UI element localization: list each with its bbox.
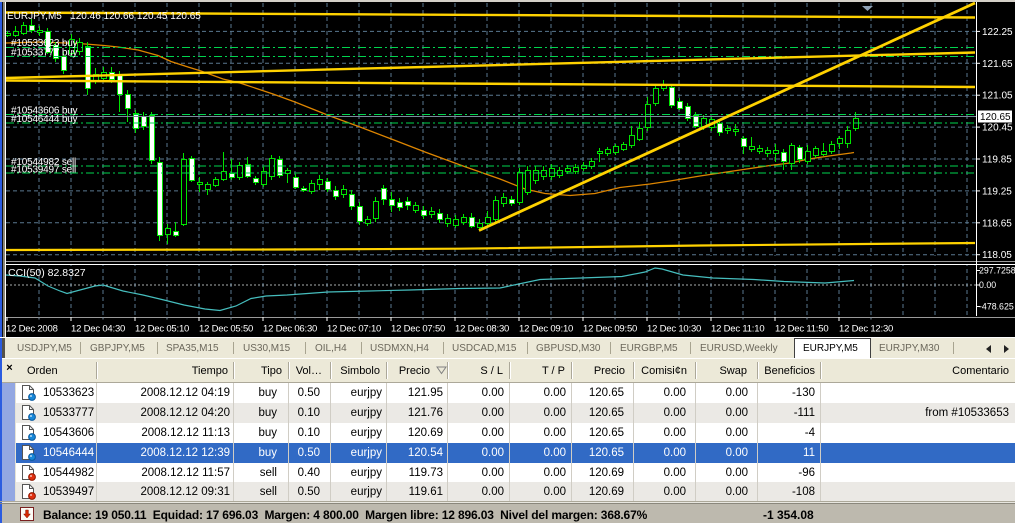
svg-text:CCI(50) 82.8327: CCI(50) 82.8327	[8, 267, 86, 279]
svg-text:118.05: 118.05	[982, 250, 1012, 261]
svg-text:12 Dec 09:50: 12 Dec 09:50	[583, 324, 637, 335]
svg-text:12 Dec 10:30: 12 Dec 10:30	[647, 324, 701, 335]
svg-text:121.05: 121.05	[982, 91, 1013, 102]
svg-text:122.25: 122.25	[982, 27, 1013, 38]
svg-text:0.00: 0.00	[979, 280, 996, 290]
svg-text:120.45: 120.45	[982, 123, 1013, 134]
svg-text:121.65: 121.65	[982, 59, 1013, 70]
svg-text:119.25: 119.25	[982, 186, 1012, 197]
svg-text:-478.625: -478.625	[979, 302, 1014, 312]
svg-text:12 Dec 05:50: 12 Dec 05:50	[199, 324, 253, 335]
svg-text:12 Dec 11:50: 12 Dec 11:50	[775, 324, 828, 335]
svg-text:12 Dec 04:30: 12 Dec 04:30	[71, 324, 125, 335]
svg-text:12 Dec 06:30: 12 Dec 06:30	[263, 324, 317, 335]
svg-text:#10546444 buy: #10546444 buy	[11, 114, 78, 125]
svg-text:12 Dec 07:10: 12 Dec 07:10	[327, 324, 381, 335]
svg-text:297.7258: 297.7258	[979, 266, 1015, 276]
svg-text:#10539497 sell: #10539497 sell	[11, 165, 76, 176]
svg-text:118.65: 118.65	[982, 218, 1012, 229]
svg-text:120.65: 120.65	[980, 112, 1011, 123]
svg-text:12 Dec 07:50: 12 Dec 07:50	[391, 324, 445, 335]
svg-text:12 Dec 08:30: 12 Dec 08:30	[455, 324, 509, 335]
svg-text:119.85: 119.85	[982, 155, 1012, 166]
svg-text:12 Dec 11:10: 12 Dec 11:10	[711, 324, 764, 335]
svg-text:12 Dec 09:10: 12 Dec 09:10	[519, 324, 573, 335]
svg-text:12 Dec 05:10: 12 Dec 05:10	[135, 324, 189, 335]
svg-text:EURJPY,M5 120.46 120.66 120.: EURJPY,M5 120.46 120.66 120.45 120.65	[7, 11, 201, 22]
svg-text:#10533777 buy: #10533777 buy	[11, 48, 78, 59]
svg-text:12 Dec 2008: 12 Dec 2008	[6, 324, 58, 335]
svg-text:12 Dec 12:30: 12 Dec 12:30	[839, 324, 893, 335]
